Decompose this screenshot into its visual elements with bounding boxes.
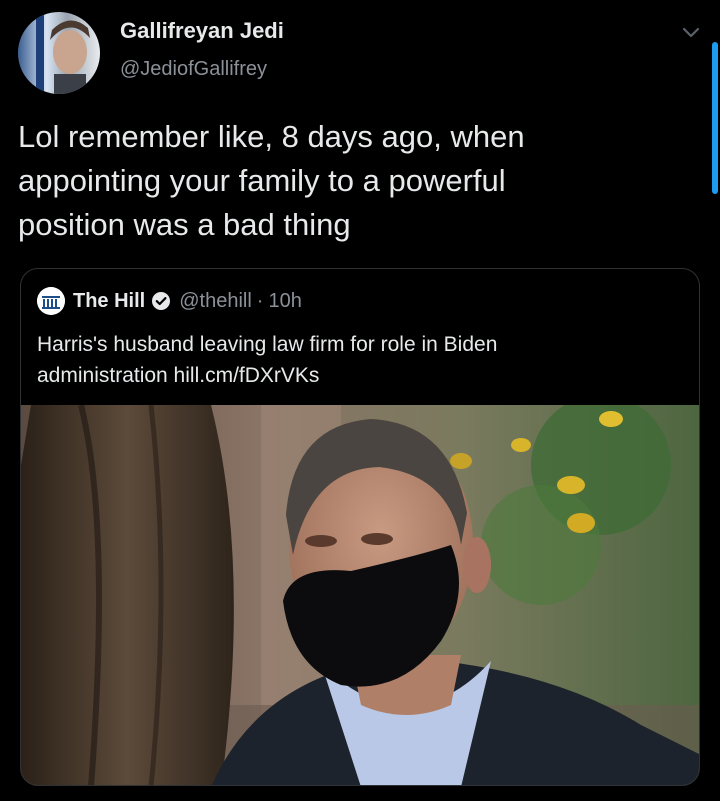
scrollbar[interactable] [712, 42, 718, 194]
quoted-tweet-header: The Hill @thehill · 10h [37, 287, 302, 315]
tweet-text: Lol remember like, 8 days ago, when appo… [18, 119, 525, 242]
chevron-down-icon[interactable] [680, 24, 702, 42]
user-handle[interactable]: @JediofGallifrey [120, 58, 267, 81]
verified-badge-icon [152, 292, 171, 310]
quoted-timestamp[interactable]: 10h [268, 290, 301, 313]
profile-avatar[interactable] [18, 12, 100, 94]
display-name[interactable]: Gallifreyan Jedi [120, 18, 284, 44]
quoted-tweet-card[interactable]: The Hill @thehill · 10h Harris's husband… [20, 268, 700, 786]
news-photo[interactable] [21, 405, 700, 786]
the-hill-logo-icon[interactable] [37, 287, 65, 315]
quoted-display-name[interactable]: The Hill [73, 290, 145, 313]
tweet: Gallifreyan Jedi @JediofGallifrey Lol re… [0, 0, 720, 801]
separator-dot: · [256, 289, 264, 312]
quoted-handle[interactable]: @thehill [179, 290, 252, 313]
quoted-tweet-text: Harris's husband leaving law firm for ro… [37, 333, 498, 387]
